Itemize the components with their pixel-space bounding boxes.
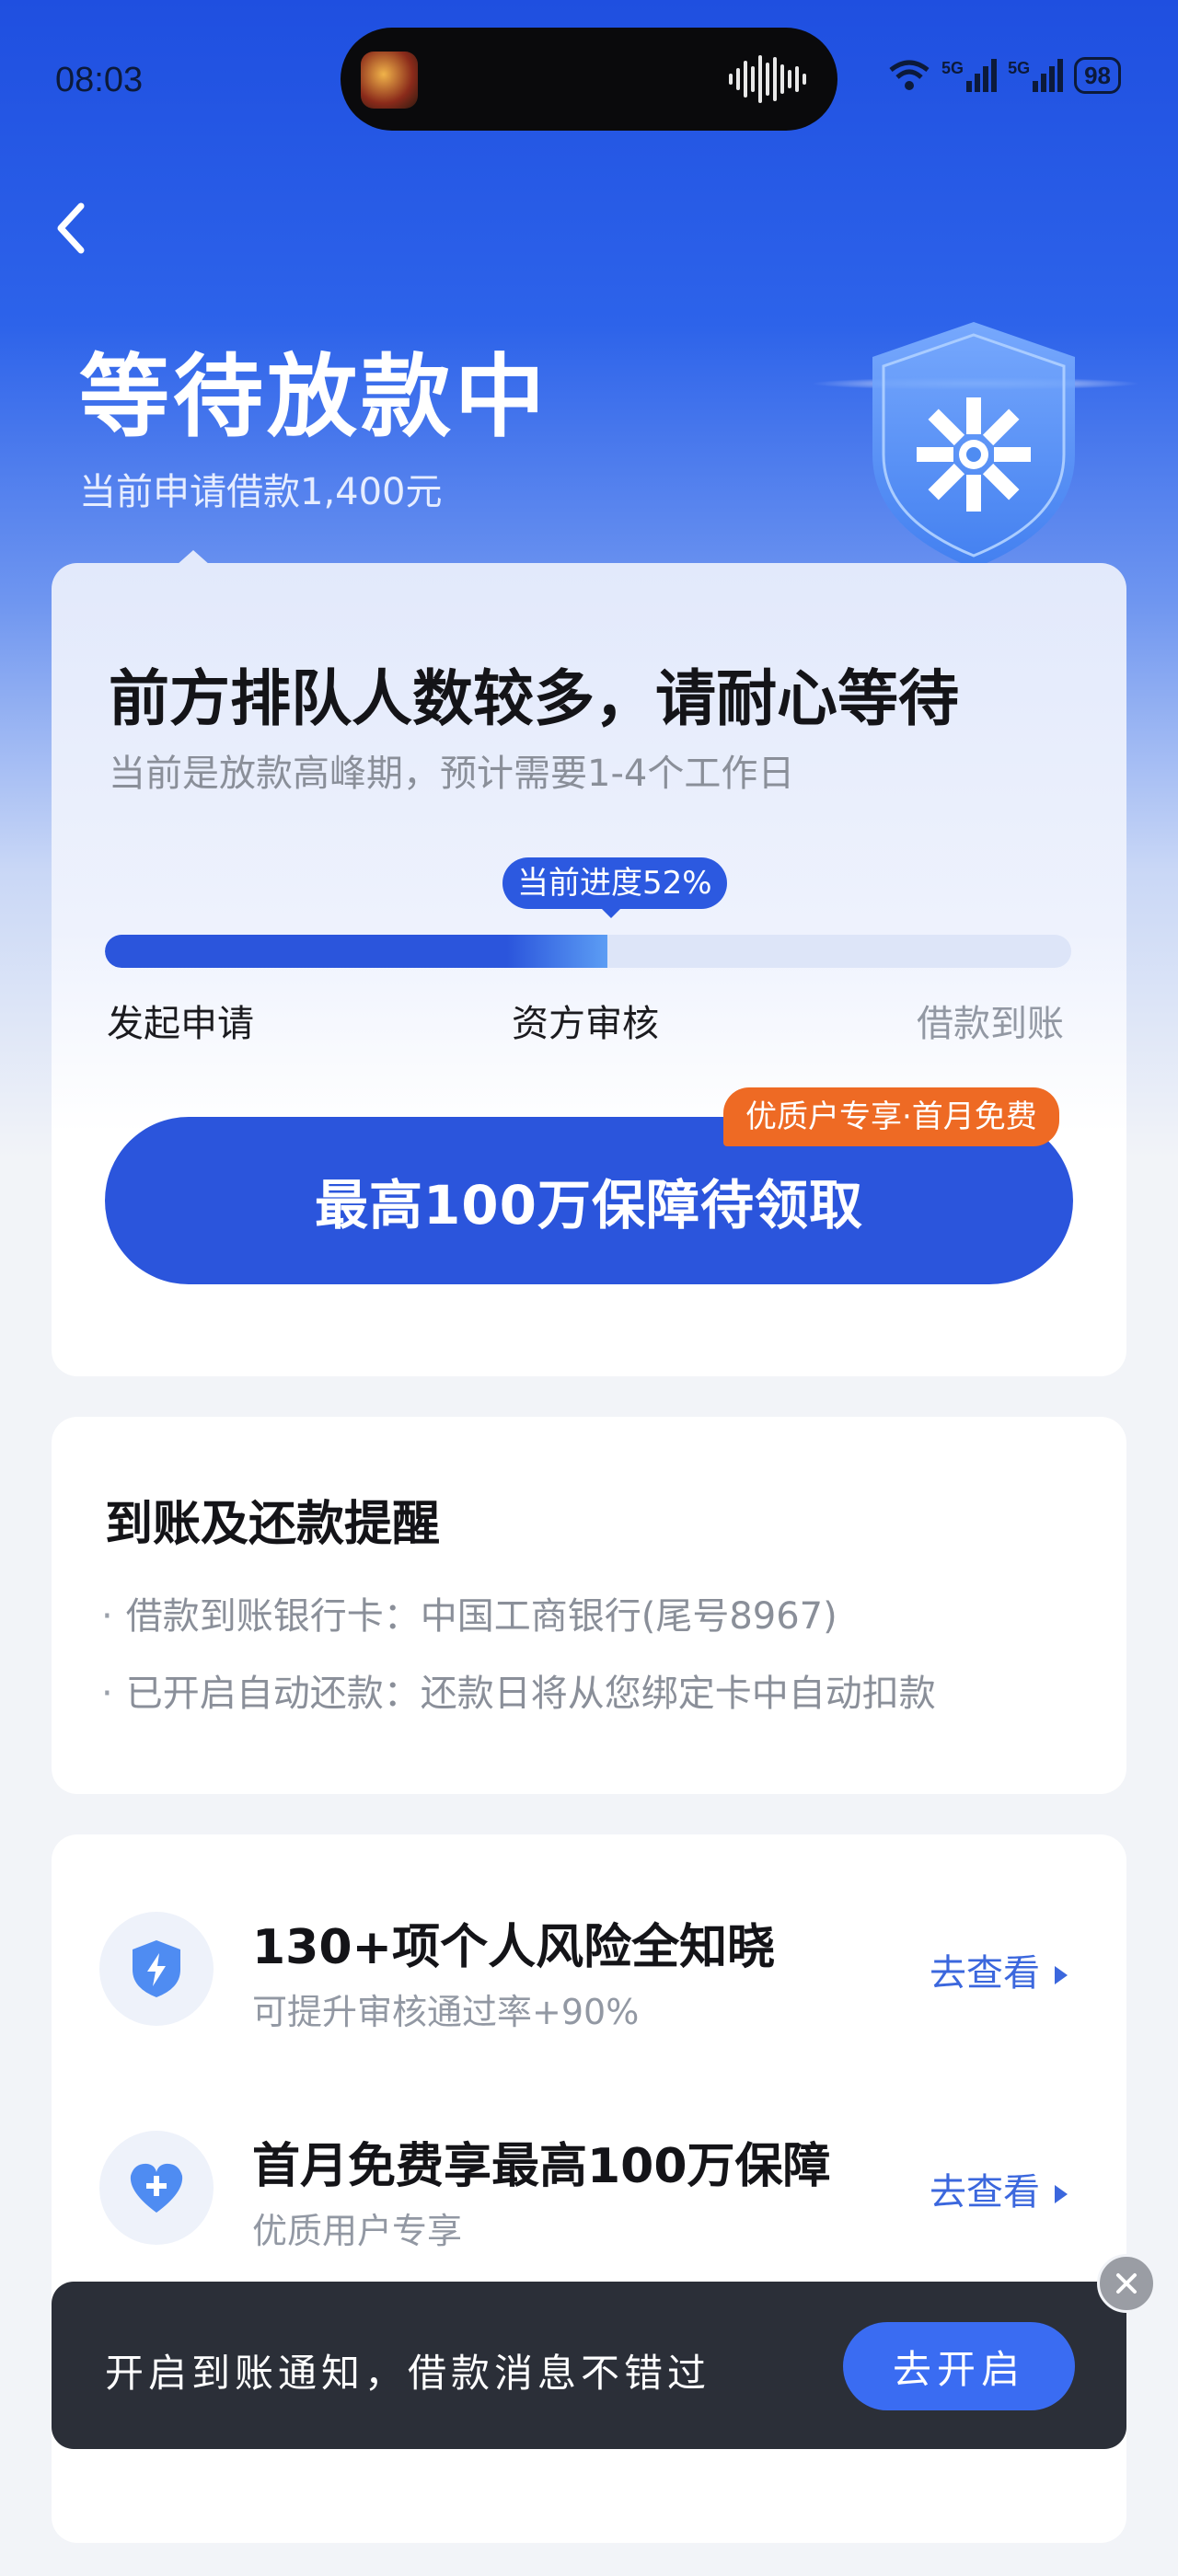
service-link-label: 去查看	[930, 1952, 1040, 1995]
reminder-item: · 借款到账银行卡：中国工商银行(尾号8967)	[101, 1586, 837, 1639]
caret-right-icon	[1055, 1966, 1068, 1984]
step-review: 资方审核	[512, 1003, 659, 1045]
service-link-risk[interactable]: 去查看	[930, 1943, 1068, 1996]
heart-plus-icon	[99, 2131, 214, 2245]
network-type-1: 5G	[941, 59, 964, 77]
page-title: 等待放款中	[79, 345, 549, 450]
chevron-left-icon[interactable]	[48, 195, 99, 261]
promo-badge: 优质户专享·首月免费	[723, 1087, 1059, 1146]
step-apply: 发起申请	[107, 1003, 254, 1045]
audio-wave-icon	[729, 55, 806, 103]
progress-card-title: 前方排队人数较多，请耐心等待	[109, 663, 959, 734]
reminder-item-text: 已开启自动还款：还款日将从您绑定卡中自动扣款	[125, 1673, 936, 1715]
page-subtitle: 当前申请借款1,400元	[79, 471, 443, 513]
progress-bar-fill	[105, 935, 607, 968]
service-link-label: 去查看	[930, 2171, 1040, 2214]
heart-plus-glyph	[130, 2163, 183, 2213]
progress-card-subtitle: 当前是放款高峰期，预计需要1-4个工作日	[109, 753, 795, 795]
status-time: 08:03	[55, 61, 144, 99]
reminder-item-text: 借款到账银行卡：中国工商银行(尾号8967)	[125, 1595, 837, 1638]
bullet: ·	[101, 1673, 113, 1715]
service-title: 130+项个人风险全知晓	[252, 1920, 776, 1975]
toast-message: 开启到账通知，借款消息不错过	[105, 2351, 711, 2396]
shield-bolt-icon	[99, 1912, 214, 2026]
close-glyph	[1116, 2273, 1137, 2294]
service-subtitle: 可提升审核通过率+90%	[252, 1992, 640, 2032]
service-title: 首月免费享最高100万保障	[252, 2139, 831, 2194]
progress-label-pointer	[600, 907, 622, 918]
wifi-icon	[889, 60, 930, 90]
close-icon[interactable]	[1097, 2254, 1156, 2313]
status-icons: 5G 5G 98	[888, 57, 1121, 94]
signal-2-icon: 5G	[1008, 59, 1064, 92]
caret-right-icon	[1055, 2185, 1068, 2203]
network-type-2: 5G	[1008, 59, 1031, 77]
reminder-title: 到账及还款提醒	[105, 1497, 441, 1552]
battery-indicator: 98	[1074, 57, 1121, 94]
bullet: ·	[101, 1595, 113, 1638]
service-link-protection[interactable]: 去查看	[930, 2162, 1068, 2215]
progress-bar	[105, 935, 1071, 968]
enable-notification-button[interactable]: 去开启	[843, 2322, 1075, 2410]
progress-label: 当前进度52%	[502, 857, 727, 909]
step-disbursed: 借款到账	[917, 1003, 1064, 1045]
reminder-item: · 已开启自动还款：还款日将从您绑定卡中自动扣款	[101, 1663, 936, 1717]
island-app-icon	[361, 52, 418, 109]
signal-1-icon: 5G	[941, 59, 998, 92]
shield-bolt-glyph	[133, 1940, 180, 1997]
shield-logo-icon	[872, 322, 1075, 569]
service-subtitle: 优质用户专享	[252, 2211, 463, 2251]
